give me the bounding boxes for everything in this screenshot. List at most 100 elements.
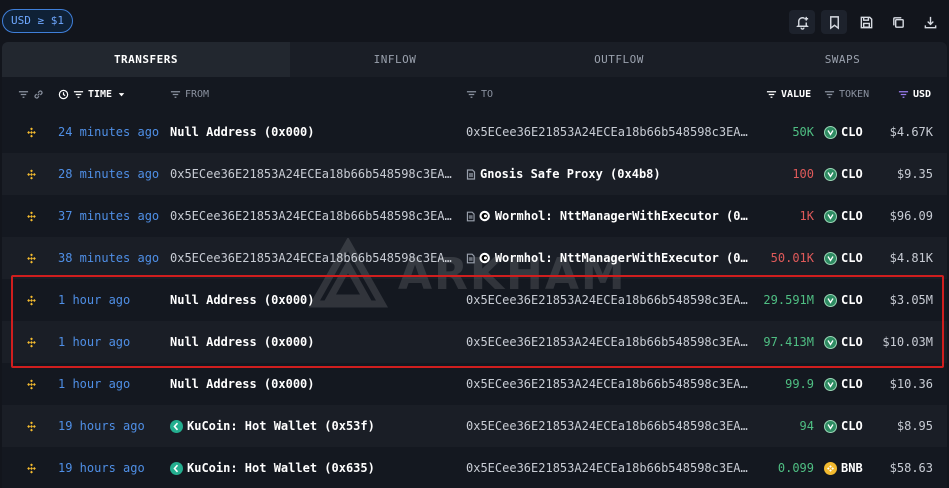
to-entity[interactable]: Wormhol: NttManagerWithExecutor (0... [495,209,748,223]
usd-column-header[interactable]: USD [898,77,931,111]
from-cell[interactable]: 0x5ECee36E21853A24ECEa18b66b548598c3EA..… [170,237,455,279]
time-cell[interactable]: 38 minutes ago [58,237,159,279]
from-cell[interactable]: KuCoin: Hot Wallet (0x635) [170,447,455,488]
value-column-header[interactable]: VALUE [766,77,811,111]
to-cell[interactable]: 0x5ECee36E21853A24ECEa18b66b548598c3EA..… [466,405,748,447]
to-address[interactable]: 0x5ECee36E21853A24ECEa18b66b548598c3EA..… [466,461,748,475]
time-column-header[interactable]: TIME [58,77,127,111]
from-entity[interactable]: KuCoin: Hot Wallet (0x53f) [187,419,375,433]
filter-icon[interactable] [73,89,84,100]
to-cell[interactable]: 0x5ECee36E21853A24ECEa18b66b548598c3EA..… [466,447,748,488]
token-symbol[interactable]: CLO [841,125,863,139]
time-link[interactable]: 19 hours ago [58,419,145,433]
from-entity[interactable]: Null Address (0x000) [170,125,315,139]
filter-icon[interactable] [18,89,29,100]
table-row[interactable]: 38 minutes ago 0x5ECee36E21853A24ECEa18b6… [2,237,947,279]
from-cell[interactable]: Null Address (0x000) [170,321,455,363]
to-address[interactable]: 0x5ECee36E21853A24ECEa18b66b548598c3EA..… [466,377,748,391]
filter-icon[interactable] [170,89,181,100]
time-cell[interactable]: 1 hour ago [58,321,130,363]
token-column-header[interactable]: TOKEN [824,77,869,111]
token-symbol[interactable]: CLO [841,209,863,223]
token-symbol[interactable]: CLO [841,419,863,433]
token-cell[interactable]: CLO [824,237,863,279]
to-cell[interactable]: Wormhol: NttManagerWithExecutor (0... [466,237,748,279]
time-cell[interactable]: 1 hour ago [58,279,130,321]
time-cell[interactable]: 24 minutes ago [58,111,159,153]
filter-icon[interactable] [898,89,909,100]
from-entity[interactable]: Null Address (0x000) [170,335,315,349]
token-cell[interactable]: CLO [824,321,863,363]
token-symbol[interactable]: CLO [841,293,863,307]
time-cell[interactable]: 28 minutes ago [58,153,159,195]
time-cell[interactable]: 19 hours ago [58,447,145,488]
usd-filter-chip[interactable]: USD ≥ $1 [2,9,73,33]
token-cell[interactable]: CLO [824,363,863,405]
token-symbol[interactable]: CLO [841,251,863,265]
time-link[interactable]: 37 minutes ago [58,209,159,223]
from-cell[interactable]: Null Address (0x000) [170,111,455,153]
token-cell[interactable]: BNB [824,447,863,488]
token-cell[interactable]: CLO [824,153,863,195]
to-entity[interactable]: Gnosis Safe Proxy (0x4b8) [480,167,661,181]
to-address[interactable]: 0x5ECee36E21853A24ECEa18b66b548598c3EA..… [466,125,748,139]
time-link[interactable]: 1 hour ago [58,335,130,349]
to-address[interactable]: 0x5ECee36E21853A24ECEa18b66b548598c3EA..… [466,293,748,307]
bookmark-button[interactable] [821,10,847,34]
filter-icon[interactable] [466,89,477,100]
tab-inflow[interactable]: INFLOW [290,42,500,77]
from-cell[interactable]: 0x5ECee36E21853A24ECEa18b66b548598c3EA..… [170,153,455,195]
token-symbol[interactable]: CLO [841,335,863,349]
time-link[interactable]: 1 hour ago [58,293,130,307]
tab-outflow[interactable]: OUTFLOW [500,42,738,77]
to-cell[interactable]: 0x5ECee36E21853A24ECEa18b66b548598c3EA..… [466,111,748,153]
tab-swaps[interactable]: SWAPS [738,42,947,77]
from-column-header[interactable]: FROM [170,77,209,111]
to-address[interactable]: 0x5ECee36E21853A24ECEa18b66b548598c3EA..… [466,335,748,349]
token-cell[interactable]: CLO [824,279,863,321]
token-symbol[interactable]: CLO [841,377,863,391]
table-row[interactable]: 1 hour ago Null Address (0x000) 0x5ECee36E… [2,363,947,405]
from-entity[interactable]: Null Address (0x000) [170,293,315,307]
time-link[interactable]: 24 minutes ago [58,125,159,139]
table-row[interactable]: 1 hour ago Null Address (0x000) 0x5ECee36E… [2,321,947,363]
to-cell[interactable]: Wormhol: NttManagerWithExecutor (0... [466,195,748,237]
from-cell[interactable]: KuCoin: Hot Wallet (0x53f) [170,405,455,447]
download-button[interactable] [917,10,943,34]
table-row[interactable]: 19 hours ago KuCoin: Hot Wallet (0x635) 0x… [2,447,947,488]
tab-transfers[interactable]: TRANSFERS [2,42,290,77]
from-cell[interactable]: Null Address (0x000) [170,279,455,321]
filter-icon[interactable] [824,89,835,100]
time-link[interactable]: 28 minutes ago [58,167,159,181]
from-address[interactable]: 0x5ECee36E21853A24ECEa18b66b548598c3EA..… [170,251,455,265]
filter-icon[interactable] [766,89,777,100]
time-link[interactable]: 19 hours ago [58,461,145,475]
time-link[interactable]: 38 minutes ago [58,251,159,265]
token-cell[interactable]: CLO [824,195,863,237]
to-cell[interactable]: 0x5ECee36E21853A24ECEa18b66b548598c3EA..… [466,279,748,321]
copy-button[interactable] [885,10,911,34]
to-cell[interactable]: 0x5ECee36E21853A24ECEa18b66b548598c3EA..… [466,363,748,405]
table-row[interactable]: 19 hours ago KuCoin: Hot Wallet (0x53f) 0x… [2,405,947,447]
token-symbol[interactable]: BNB [841,461,863,475]
to-column-header[interactable]: TO [466,77,493,111]
token-cell[interactable]: CLO [824,405,863,447]
save-button[interactable] [853,10,879,34]
from-entity[interactable]: KuCoin: Hot Wallet (0x635) [187,461,375,475]
table-row[interactable]: 24 minutes ago Null Address (0x000) 0x5ECe… [2,111,947,153]
from-entity[interactable]: Null Address (0x000) [170,377,315,391]
to-entity[interactable]: Wormhol: NttManagerWithExecutor (0... [495,251,748,265]
from-cell[interactable]: 0x5ECee36E21853A24ECEa18b66b548598c3EA..… [170,195,455,237]
to-cell[interactable]: Gnosis Safe Proxy (0x4b8) [466,153,748,195]
time-cell[interactable]: 19 hours ago [58,405,145,447]
from-cell[interactable]: Null Address (0x000) [170,363,455,405]
to-address[interactable]: 0x5ECee36E21853A24ECEa18b66b548598c3EA..… [466,419,748,433]
table-row[interactable]: 1 hour ago Null Address (0x000) 0x5ECee36E… [2,279,947,321]
token-symbol[interactable]: CLO [841,167,863,181]
table-row[interactable]: 37 minutes ago 0x5ECee36E21853A24ECEa18b6… [2,195,947,237]
token-cell[interactable]: CLO [824,111,863,153]
from-address[interactable]: 0x5ECee36E21853A24ECEa18b66b548598c3EA..… [170,209,455,223]
notification-add-button[interactable] [789,10,815,34]
time-cell[interactable]: 1 hour ago [58,363,130,405]
to-cell[interactable]: 0x5ECee36E21853A24ECEa18b66b548598c3EA..… [466,321,748,363]
